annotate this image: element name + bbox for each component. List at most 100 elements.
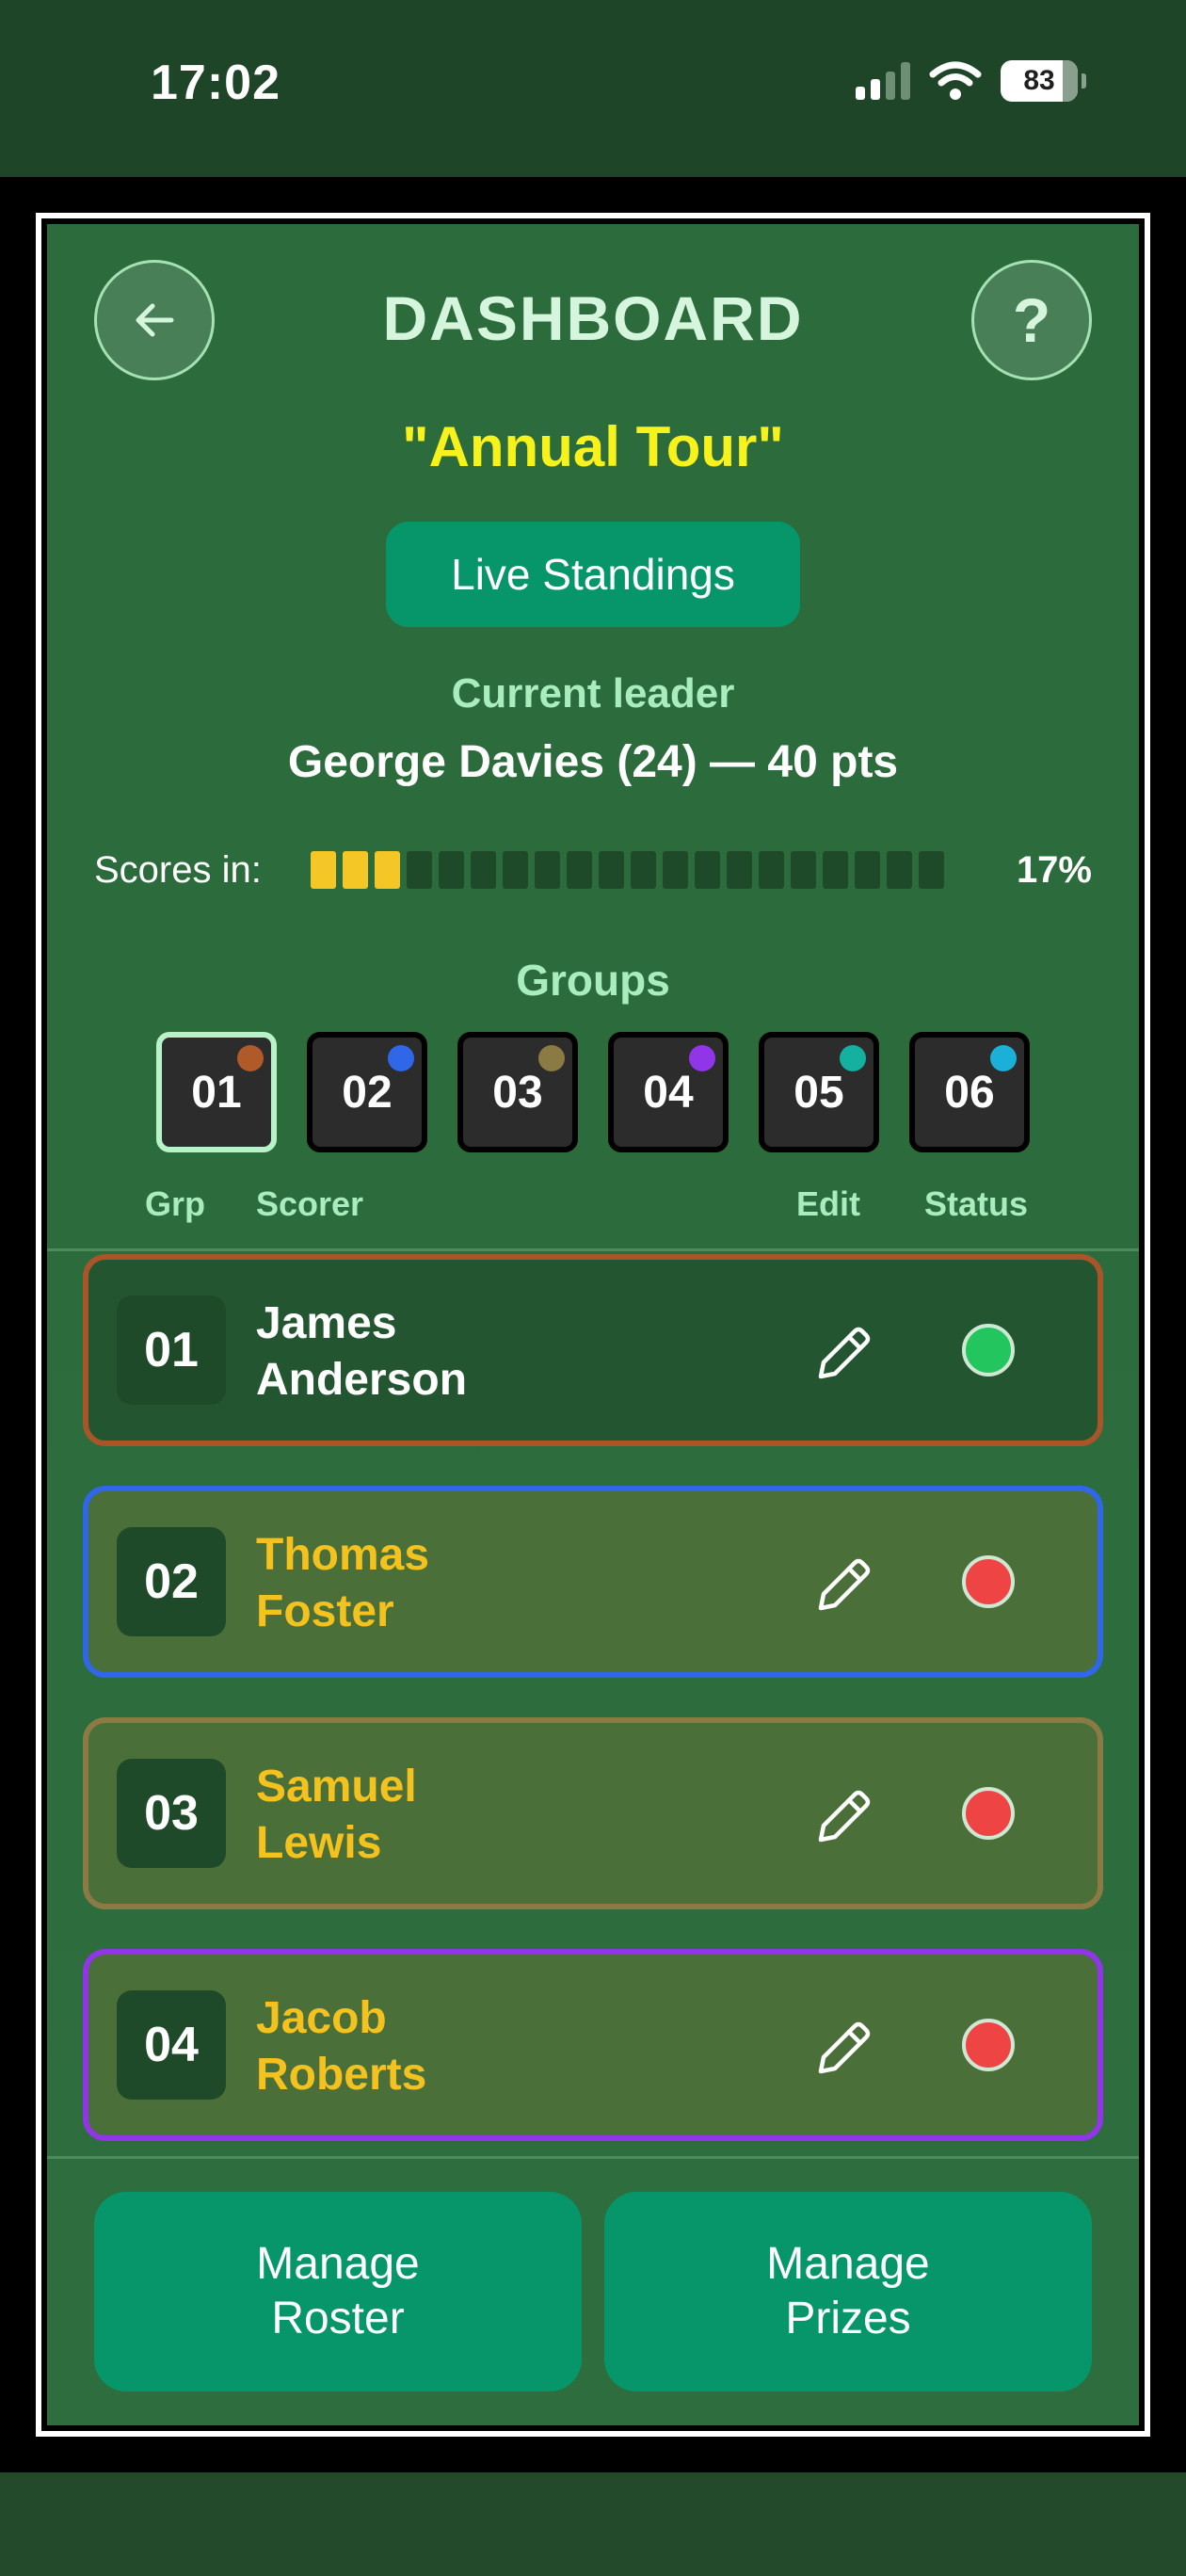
row-scorer-first-name: Jacob xyxy=(256,1993,387,2043)
scores-percent: 17% xyxy=(1016,849,1092,891)
group-chip-04[interactable]: 04 xyxy=(608,1032,729,1152)
group-color-dot xyxy=(237,1045,264,1071)
manage-roster-line2: Roster xyxy=(271,2294,405,2343)
progress-segment xyxy=(407,851,432,889)
scorer-row[interactable]: 04 Jacob Roberts xyxy=(83,1949,1103,2141)
edit-button[interactable] xyxy=(804,1314,883,1393)
groups-title: Groups xyxy=(516,956,670,1005)
status-time: 17:02 xyxy=(151,56,280,110)
group-chip-label: 02 xyxy=(342,1067,393,1118)
table-top-divider xyxy=(47,1248,1139,1251)
pencil-icon xyxy=(818,1790,871,1843)
progress-segment xyxy=(823,851,848,889)
group-chip-label: 04 xyxy=(643,1067,694,1118)
row-group-number: 01 xyxy=(117,1296,226,1405)
row-group-number: 02 xyxy=(117,1527,226,1636)
row-scorer-last-name: Roberts xyxy=(256,2050,427,2100)
progress-segment xyxy=(535,851,560,889)
row-scorer-name: Samuel Lewis xyxy=(256,1759,783,1872)
group-chip-02[interactable]: 02 xyxy=(307,1032,427,1152)
status-icons: 83 xyxy=(856,60,1086,102)
progress-segment xyxy=(471,851,496,889)
group-chip-label: 03 xyxy=(492,1067,543,1118)
status-dot-icon xyxy=(962,1324,1015,1377)
group-chip-01[interactable]: 01 xyxy=(156,1032,277,1152)
current-leader-value: George Davies (24) — 40 pts xyxy=(287,737,899,787)
group-chip-05[interactable]: 05 xyxy=(759,1032,879,1152)
group-chip-label: 06 xyxy=(944,1067,995,1118)
progress-segment xyxy=(759,851,784,889)
group-chip-06[interactable]: 06 xyxy=(909,1032,1030,1152)
progress-segment xyxy=(439,851,464,889)
row-scorer-first-name: Thomas xyxy=(256,1530,430,1580)
progress-segment xyxy=(887,851,912,889)
column-header-edit: Edit xyxy=(796,1184,860,1223)
progress-segment xyxy=(695,851,720,889)
row-scorer-last-name: Foster xyxy=(256,1586,394,1636)
progress-segment xyxy=(791,851,816,889)
progress-segment xyxy=(311,851,336,889)
edit-button[interactable] xyxy=(804,1778,883,1857)
progress-segment xyxy=(727,851,752,889)
progress-segment xyxy=(599,851,624,889)
row-group-number: 04 xyxy=(117,1990,226,2100)
manage-prizes-button[interactable]: Manage Prizes xyxy=(604,2192,1092,2391)
battery-level: 83 xyxy=(1023,65,1055,96)
manage-prizes-line2: Prizes xyxy=(785,2294,911,2343)
group-color-dot xyxy=(689,1045,715,1071)
progress-segment xyxy=(567,851,592,889)
scorer-row[interactable]: 03 Samuel Lewis xyxy=(83,1717,1103,1909)
row-scorer-name: Jacob Roberts xyxy=(256,1990,783,2103)
pencil-icon xyxy=(818,2021,871,2074)
column-header-status: Status xyxy=(924,1184,1029,1223)
live-standings-button[interactable]: Live Standings xyxy=(386,522,800,627)
row-scorer-last-name: Lewis xyxy=(256,1818,382,1868)
progress-segment xyxy=(663,851,688,889)
scores-in-label: Scores in: xyxy=(94,849,262,891)
progress-segment xyxy=(631,851,656,889)
bottom-strip xyxy=(0,2472,1186,2576)
status-dot-icon xyxy=(962,2019,1015,2071)
battery-icon: 83 xyxy=(1001,60,1078,102)
current-leader-label: Current leader xyxy=(451,670,735,716)
row-scorer-first-name: Samuel xyxy=(256,1762,417,1811)
progress-segment xyxy=(343,851,368,889)
edit-button[interactable] xyxy=(804,2009,883,2088)
wifi-icon xyxy=(929,61,982,100)
progress-segment xyxy=(375,851,400,889)
group-color-dot xyxy=(538,1045,565,1071)
column-header-scorer: Scorer xyxy=(256,1184,364,1223)
scorer-row[interactable]: 02 Thomas Foster xyxy=(83,1486,1103,1678)
progress-segment xyxy=(503,851,528,889)
status-dot-icon xyxy=(962,1555,1015,1608)
scorer-row[interactable]: 01 James Anderson xyxy=(83,1254,1103,1446)
row-scorer-name: Thomas Foster xyxy=(256,1527,783,1640)
signal-icon xyxy=(856,62,910,100)
row-group-number: 03 xyxy=(117,1759,226,1868)
group-chip-label: 05 xyxy=(793,1067,844,1118)
column-header-grp: Grp xyxy=(145,1184,206,1223)
pencil-icon xyxy=(818,1327,871,1379)
table-bottom-divider xyxy=(47,2156,1139,2159)
group-color-dot xyxy=(840,1045,866,1071)
row-scorer-first-name: James xyxy=(256,1298,397,1348)
manage-prizes-line1: Manage xyxy=(766,2239,930,2289)
group-chip-03[interactable]: 03 xyxy=(457,1032,578,1152)
manage-roster-line1: Manage xyxy=(256,2239,420,2289)
pencil-icon xyxy=(818,1558,871,1611)
help-button[interactable]: ? xyxy=(971,260,1092,380)
battery-tip xyxy=(1082,73,1086,89)
group-chip-label: 01 xyxy=(191,1067,242,1118)
status-bar: 17:02 83 xyxy=(0,0,1186,177)
progress-segment xyxy=(919,851,944,889)
scores-progress-bar xyxy=(311,851,944,889)
progress-segment xyxy=(855,851,880,889)
manage-roster-button[interactable]: Manage Roster xyxy=(94,2192,582,2391)
event-name: "Annual Tour" xyxy=(402,415,784,478)
group-color-dot xyxy=(990,1045,1017,1071)
edit-button[interactable] xyxy=(804,1546,883,1625)
row-scorer-name: James Anderson xyxy=(256,1296,783,1409)
group-color-dot xyxy=(388,1045,414,1071)
status-dot-icon xyxy=(962,1787,1015,1840)
row-scorer-last-name: Anderson xyxy=(256,1355,468,1405)
